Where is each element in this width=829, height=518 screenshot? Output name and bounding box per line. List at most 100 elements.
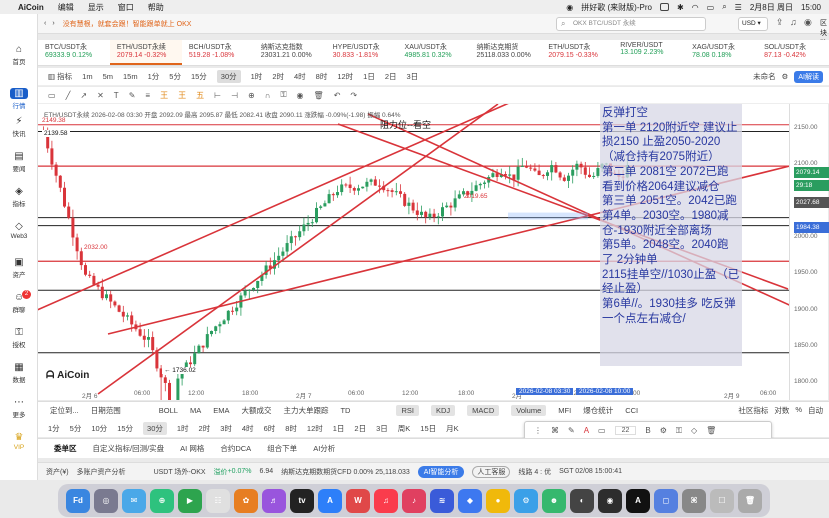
line-icon[interactable]: ╱ [66, 91, 71, 100]
ticker-6[interactable]: 纳斯达克期货 25118.033 0.00% [469, 40, 541, 65]
ticker-9[interactable]: XAG/USDT永 78.08 0.18% [685, 40, 757, 65]
log-scale-toggle[interactable]: 对数 [774, 405, 789, 416]
sidebar-item-assets[interactable]: ▣ 资产 [0, 257, 38, 279]
timeframe-6[interactable]: 2时 [199, 423, 211, 434]
bold-icon[interactable]: B [645, 426, 650, 435]
indicator-main-orders[interactable]: 主力大单跟踪 [283, 405, 328, 416]
font-size-select[interactable]: 22 [614, 426, 637, 435]
time-axis[interactable]: 2月 6 06:00 12:00 18:00 2月 7 06:00 12:00 18:00 2月… [38, 388, 789, 400]
dock-app-2[interactable]: ✉ [122, 488, 146, 513]
tf-5m[interactable]: 5m [103, 72, 113, 81]
search-menubar-icon[interactable]: ⌕ [722, 2, 726, 12]
multi-account-analysis[interactable]: 多账户资产分析 [77, 467, 126, 477]
tf-1min[interactable]: 1分 [148, 71, 160, 82]
control-center-icon[interactable]: ☰ [735, 3, 742, 12]
eye-icon[interactable]: ◉ [297, 91, 304, 100]
indicator-ma[interactable]: MA [190, 406, 201, 415]
wang-mark-2[interactable]: 王 [178, 90, 186, 101]
indicator-liquidation[interactable]: 爆仓统计 [583, 405, 613, 416]
timeframe-4[interactable]: 30分 [143, 421, 167, 435]
ticker-10[interactable]: SOL/USDT永 87.13 -0.42% [757, 40, 829, 65]
wifi-icon[interactable]: ◠ [692, 3, 699, 12]
share-icon[interactable]: ⇪ [776, 17, 784, 28]
ai-analysis-button[interactable]: AI智能分析 [417, 465, 465, 478]
tf-12h[interactable]: 12时 [337, 71, 353, 82]
sidebar-item-auth[interactable]: ⚿ 授权 [0, 327, 38, 349]
indicator-mfi[interactable]: MFI [558, 406, 571, 415]
tf-1m[interactable]: 1m [82, 72, 92, 81]
community-indicators[interactable]: 社区指标 [738, 405, 768, 416]
timeframe-12[interactable]: 1日 [333, 423, 345, 434]
dock-app-18[interactable]: ◐ [570, 488, 594, 513]
sidebar-item-more[interactable]: ⋯ 更多 [0, 397, 38, 419]
tf-15min[interactable]: 15分 [191, 71, 207, 82]
timeframe-7[interactable]: 3时 [220, 423, 232, 434]
settings-gear-icon[interactable]: ⚙ [660, 426, 667, 435]
tab-custom-indicators[interactable]: 自定义指标/回测/实盘 [93, 443, 165, 454]
timeframe-3[interactable]: 15分 [117, 423, 133, 434]
dock-app-12[interactable]: ♪ [402, 488, 426, 513]
currency-select[interactable]: USD ▾ [738, 17, 768, 31]
indicator-button[interactable]: ▥ 指标 [48, 71, 72, 82]
trade-note[interactable]: 反弹打空 第一单 2120附近空 建议止损2150 止盈2050-2020（减仓… [600, 104, 742, 366]
dock-app-20[interactable]: A [626, 488, 650, 513]
dock-app-14[interactable]: ◆ [458, 488, 482, 513]
now-playing-text[interactable]: 拼好歌 (来财版)-Pro [581, 2, 652, 13]
timeframe-10[interactable]: 8时 [285, 423, 297, 434]
tab-orders[interactable]: 委单区 [54, 443, 77, 454]
tf-4h[interactable]: 4时 [294, 71, 306, 82]
cross-icon[interactable]: ✕ [97, 91, 104, 100]
percent-toggle[interactable]: % [795, 405, 802, 416]
auto-scale-toggle[interactable]: 自动 [808, 405, 823, 416]
magnet-icon[interactable]: ∩ [265, 91, 271, 100]
indicator-big-trades[interactable]: 大额成交 [241, 405, 271, 416]
tab-combo-order[interactable]: 组合下单 [267, 443, 297, 454]
dock-app-7[interactable]: ♬ [262, 488, 286, 513]
dock-app-3[interactable]: ⊕ [150, 488, 174, 513]
ticker-8[interactable]: RIVER/USDT 13.109 2.23% [613, 40, 685, 65]
dock-app-1[interactable]: ◎ [94, 488, 118, 513]
ticker-5[interactable]: XAU/USDT永 4985.81 0.32% [398, 40, 470, 65]
fill-icon[interactable]: ▭ [598, 426, 606, 435]
ticker-0[interactable]: BTC/USDT永 69333.9 0.12% [38, 40, 110, 65]
timeframe-9[interactable]: 6时 [264, 423, 276, 434]
timeframe-8[interactable]: 4时 [242, 423, 254, 434]
ticker-2[interactable]: BCH/USDT永 519.28 -1.08% [182, 40, 254, 65]
box-icon[interactable]: ▭ [48, 91, 56, 100]
locate-button[interactable]: 定位到... [50, 405, 79, 416]
template-icon[interactable]: ⌘ [551, 426, 559, 435]
menu-app-name[interactable]: AiCoin [18, 3, 44, 12]
indicator-macd[interactable]: MACD [467, 405, 500, 416]
price-axis[interactable]: 2150.002100.002050.002000.001950.001900.… [789, 104, 829, 421]
customer-service-button[interactable]: 人工客服 [472, 465, 511, 478]
sidebar-item-flash[interactable]: ⚡ 快讯 [0, 116, 38, 138]
timeframe-15[interactable]: 周K [398, 423, 411, 434]
ticker-4[interactable]: HYPE/USDT永 30.833 -1.81% [326, 40, 398, 65]
indicator-boll[interactable]: BOLL [159, 406, 178, 415]
wang-mark-1[interactable]: 王 [160, 90, 168, 101]
tf-1d[interactable]: 1日 [363, 71, 375, 82]
menu-edit[interactable]: 编辑 [58, 2, 74, 13]
timeframe-5[interactable]: 1时 [177, 423, 189, 434]
sidebar-item-indicators[interactable]: ◈ 指标 [0, 186, 38, 208]
tf-2d[interactable]: 2日 [385, 71, 397, 82]
dock-app-23[interactable]: ☐ [710, 488, 734, 513]
tf-5min[interactable]: 5分 [169, 71, 181, 82]
redo-icon[interactable]: ↷ [350, 91, 357, 100]
tf-8h[interactable]: 8时 [316, 71, 328, 82]
menubar-time[interactable]: 15:00 [801, 3, 821, 12]
bluetooth-icon[interactable]: ✱ [677, 3, 684, 12]
dock-app-8[interactable]: tv [290, 488, 314, 513]
dock-app-15[interactable]: ● [486, 488, 510, 513]
indicator-rsi[interactable]: RSI [396, 405, 419, 416]
sidebar-item-groupchat[interactable]: ☺ 群聊 2 [0, 290, 38, 314]
bell-icon[interactable]: ♫ [790, 17, 797, 27]
timeframe-0[interactable]: 1分 [48, 423, 60, 434]
display-icon[interactable] [659, 3, 669, 11]
status-icon[interactable]: ◉ [566, 3, 573, 12]
dock-app-4[interactable]: ▶ [178, 488, 202, 513]
sidebar-item-headlines[interactable]: ▤ 要闻 [0, 151, 38, 173]
wu-mark[interactable]: 五 [196, 90, 204, 101]
assets-label[interactable]: 资产(¥) [46, 467, 69, 477]
settings-icon[interactable]: ⚙ [782, 72, 789, 81]
